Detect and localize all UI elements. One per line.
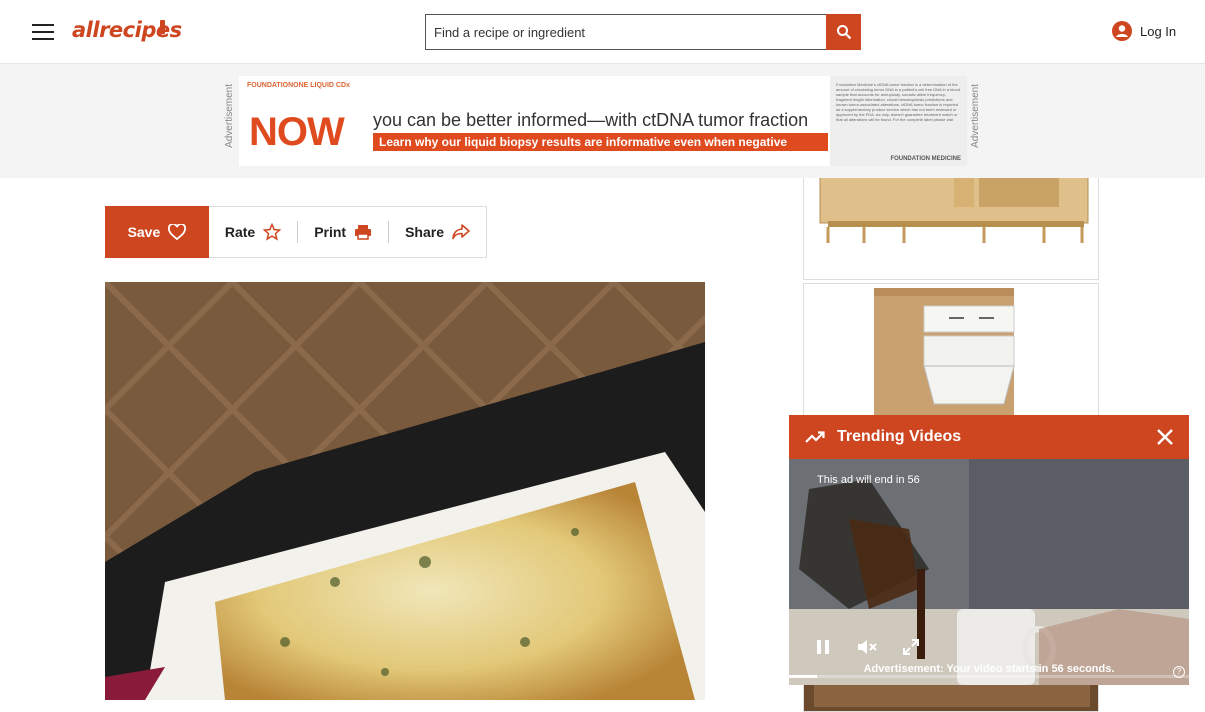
heart-icon [168,224,187,240]
search-bar [425,14,861,50]
product-image-shoe-cabinet [804,284,1098,422]
share-arrow-icon [452,224,470,240]
video-progress-fill [789,675,817,678]
recipe-photo[interactable] [105,282,705,700]
pause-icon[interactable] [815,639,831,655]
search-button[interactable] [826,14,861,50]
rate-button[interactable]: Rate [209,206,297,258]
print-label: Print [314,224,347,240]
save-button[interactable]: Save [105,206,209,258]
player-title: Trending Videos [837,428,962,445]
lasagna-photo [105,282,705,700]
video-progress-bar[interactable] [789,675,1189,678]
site-header: allrecipes Log In [0,0,1205,64]
rate-label: Rate [224,224,256,240]
rail-ad-card-2[interactable] [803,283,1099,423]
logo-mark-icon [160,20,165,34]
account-icon [1112,21,1132,41]
fullscreen-icon[interactable] [903,639,919,655]
save-label: Save [127,224,161,240]
search-icon [836,25,851,40]
trending-icon [805,431,825,443]
banner-headline: you can be better informed—with ctDNA tu… [373,110,809,130]
printer-icon [355,225,372,240]
player-header: Trending Videos [789,415,1189,459]
banner-fine-brand: FOUNDATION MEDICINE [890,156,961,162]
login-label: Log In [1140,23,1177,39]
banner-headline-big: NOW [249,110,345,154]
banner-ad[interactable]: FOUNDATIONONE LIQUID CDx NOW you can be … [239,76,967,166]
trending-video-player[interactable]: Trending Videos This ad will end in 56 A… [789,415,1189,685]
ad-countdown: This ad will end in 56 [817,474,920,486]
video-frame[interactable] [789,459,1189,685]
search-input[interactable] [425,14,826,50]
banner-subline: Learn why our liquid biopsy results are … [373,133,828,151]
print-button[interactable]: Print [298,206,388,258]
volume-muted-icon[interactable] [857,639,877,655]
banner-brand: FOUNDATIONONE LIQUID CDx [247,82,350,89]
help-icon[interactable]: ? [1173,666,1185,678]
ad-label-left: Advertisement [224,84,235,148]
banner-fine-text: Foundation Medicine's ctDNA tumor fracti… [836,82,960,122]
login-button[interactable]: Log In [1112,21,1176,41]
share-label: Share [405,224,444,240]
player-ad-footer: Advertisement: Your video starts in 56 s… [863,663,1115,675]
star-icon [263,223,282,241]
share-button[interactable]: Share [389,206,486,258]
recipe-actions: Save Rate Print Share [105,206,487,258]
ad-label-right: Advertisement [970,84,981,148]
banner-fine-print: Foundation Medicine's ctDNA tumor fracti… [830,76,967,166]
banner-main: FOUNDATIONONE LIQUID CDx NOW you can be … [239,76,830,166]
close-icon[interactable] [1155,427,1175,447]
video-still-coffee [789,459,1189,685]
menu-icon[interactable] [32,24,54,41]
